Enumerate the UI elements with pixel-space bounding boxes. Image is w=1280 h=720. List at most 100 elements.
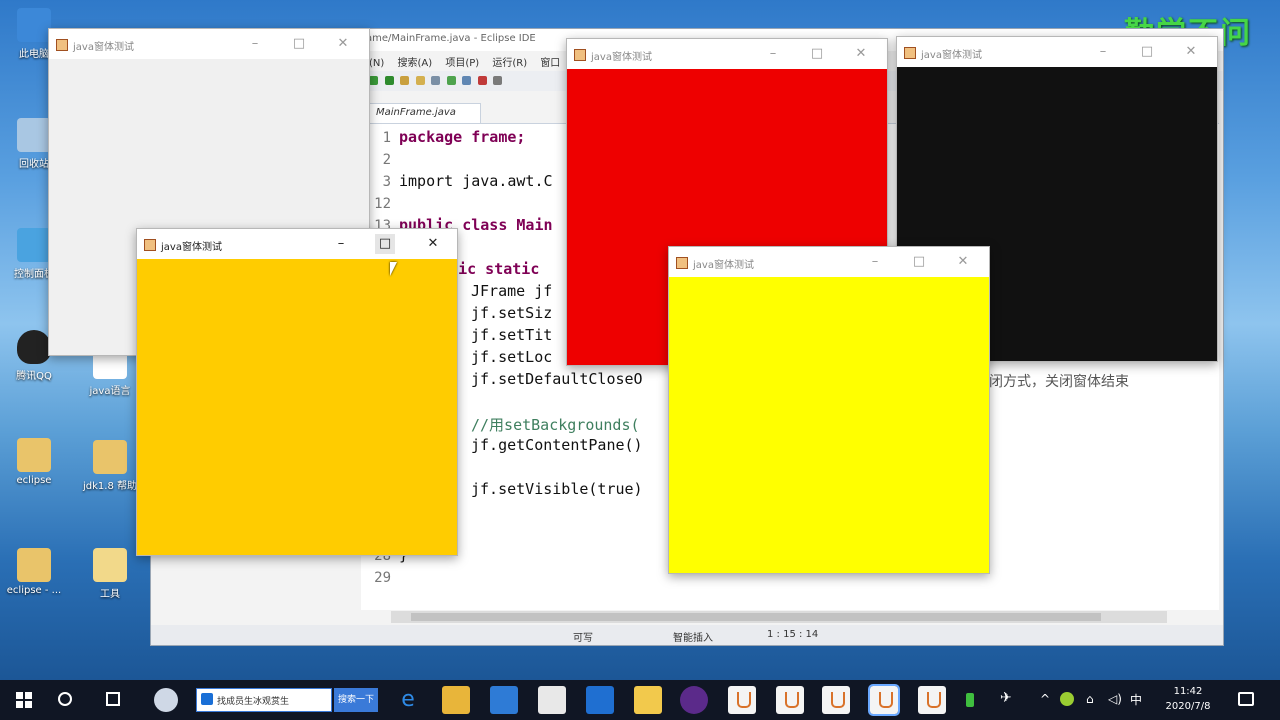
desktop-icon-label: 此电脑 [19, 49, 49, 60]
computer-icon [17, 8, 51, 42]
maximize-icon[interactable]: □ [1137, 42, 1157, 62]
task-view-icon[interactable] [106, 692, 120, 706]
search-input[interactable]: 找成员生冰观赏生 [196, 688, 332, 712]
window-titlebar[interactable]: java窗体测试 – □ ✕ [567, 39, 887, 69]
java-app-icon[interactable] [918, 686, 946, 714]
menu-item[interactable]: (N) [369, 58, 384, 69]
minimize-icon[interactable]: – [245, 34, 265, 54]
search-icon[interactable] [431, 76, 440, 85]
clock-time: 11:42 [1173, 686, 1203, 697]
java-icon [904, 47, 916, 59]
code-text: jf.setSiz [471, 304, 553, 322]
minimize-icon[interactable]: – [331, 234, 351, 254]
window-title: java窗体测试 [591, 52, 652, 63]
maximize-icon[interactable]: □ [289, 34, 309, 54]
window-titlebar[interactable]: java窗体测试 – □ ✕ [897, 37, 1217, 67]
window-titlebar[interactable]: java窗体测试 – □ ✕ [49, 29, 369, 59]
network-icon[interactable]: ⌂ [1086, 692, 1094, 706]
fan-app-icon[interactable] [154, 688, 178, 712]
java-app-icon[interactable] [776, 686, 804, 714]
check-icon[interactable] [446, 76, 456, 85]
desktop-icon-eclipse-shortcut[interactable]: eclipse - ... [6, 548, 62, 596]
battery-icon[interactable] [966, 693, 974, 707]
qq-penguin-icon [17, 330, 51, 364]
search-button[interactable]: 搜索一下 [334, 688, 378, 712]
ime-indicator[interactable]: 中 [1130, 691, 1142, 708]
close-icon[interactable]: ✕ [423, 234, 443, 254]
eclipse-status-bar: 可写 智能插入 1 : 15 : 14 [151, 625, 1223, 645]
menu-item[interactable]: 窗口 [540, 58, 560, 69]
window-titlebar[interactable]: java窗体测试 – □ ✕ [669, 247, 989, 277]
store-icon[interactable] [490, 686, 518, 714]
search-text: 找成员生冰观赏生 [217, 697, 290, 707]
taskbar: 找成员生冰观赏生 搜索一下 e ✈ ^ ⌂ ◁) 中 11:42 2020/7/… [0, 680, 1280, 720]
desktop-icon-label: 工具 [100, 589, 120, 600]
minimize-icon[interactable]: – [763, 44, 783, 64]
jframe-yellow[interactable]: java窗体测试 – □ ✕ [668, 246, 990, 574]
close-icon[interactable]: ✕ [333, 34, 353, 54]
person-icon[interactable]: ✈ [1000, 690, 1012, 706]
save-icon[interactable] [462, 76, 471, 85]
editor-tab-mainframe[interactable]: MainFrame.java [369, 103, 481, 123]
minimize-icon[interactable]: – [865, 252, 885, 272]
code-text: import java.awt.C [399, 172, 553, 190]
folder-icon [17, 438, 51, 472]
menu-item[interactable]: 运行(R) [492, 58, 527, 69]
status-writable: 可写 [573, 633, 593, 644]
chevron-up-icon[interactable]: ^ [1040, 692, 1050, 706]
eclipse-icon[interactable] [680, 686, 708, 714]
java-app-icon[interactable] [728, 686, 756, 714]
wechat-icon[interactable] [1060, 692, 1074, 706]
edge-icon[interactable]: e [394, 686, 422, 714]
cortana-icon[interactable] [58, 692, 72, 706]
mail-icon[interactable] [538, 686, 566, 714]
system-clock[interactable]: 11:42 2020/7/8 [1158, 684, 1218, 714]
close-icon[interactable]: ✕ [953, 252, 973, 272]
code-comment-tail: 闭方式，关闭窗体结束 [989, 374, 1129, 390]
window-titlebar[interactable]: java窗体测试 – □ ✕ [137, 229, 457, 259]
run-icon[interactable] [384, 76, 394, 85]
maximize-icon[interactable]: □ [807, 44, 827, 64]
window-content [137, 259, 457, 555]
menu-item[interactable]: 项目(P) [445, 58, 479, 69]
desktop-icon-label: eclipse - ... [6, 585, 62, 596]
java-app-icon[interactable] [822, 686, 850, 714]
desktop-icon-label: java语言 [89, 386, 131, 397]
window-title: java窗体测试 [73, 42, 134, 53]
minimize-icon[interactable]: – [1093, 42, 1113, 62]
java-icon [574, 49, 586, 61]
start-button[interactable] [8, 680, 34, 720]
code-text: jf.setTit [471, 326, 553, 344]
open-icon[interactable] [415, 76, 425, 85]
notification-icon[interactable] [1238, 692, 1254, 706]
desktop-icon-tools[interactable]: 工具 [82, 548, 138, 600]
code-comment: //用setBackgrounds( [471, 416, 640, 434]
menu-item[interactable]: 搜索(A) [397, 58, 432, 69]
java-icon [144, 239, 156, 251]
line-number: 29 [374, 570, 391, 586]
close-icon[interactable] [477, 76, 487, 85]
java-icon [676, 257, 688, 269]
forward-icon[interactable] [493, 76, 502, 85]
desktop-icon-label: 回收站 [19, 159, 49, 170]
maximize-icon[interactable]: □ [375, 234, 395, 254]
window-title: java窗体测试 [921, 50, 982, 61]
desktop-icon-jdk-help[interactable]: jdk1.8 帮助 [82, 440, 138, 492]
scrollbar-thumb[interactable] [411, 613, 1101, 621]
help-icon[interactable] [634, 686, 662, 714]
clock-date: 2020/7/8 [1165, 701, 1211, 712]
close-icon[interactable]: ✕ [1181, 42, 1201, 62]
mouse-cursor-icon [390, 262, 397, 276]
new-icon[interactable] [400, 76, 409, 85]
maximize-icon[interactable]: □ [909, 252, 929, 272]
jframe-orange[interactable]: java窗体测试 – □ ✕ [136, 228, 458, 556]
horizontal-scrollbar[interactable] [391, 611, 1167, 623]
file-explorer-icon[interactable] [442, 686, 470, 714]
window-title: java窗体测试 [693, 260, 754, 271]
volume-icon[interactable]: ◁) [1108, 692, 1122, 706]
debug-icon[interactable] [369, 76, 378, 85]
window-app-icon[interactable] [586, 686, 614, 714]
close-icon[interactable]: ✕ [851, 44, 871, 64]
java-app-icon[interactable] [868, 684, 900, 716]
desktop-icon-eclipse[interactable]: eclipse [6, 438, 62, 486]
